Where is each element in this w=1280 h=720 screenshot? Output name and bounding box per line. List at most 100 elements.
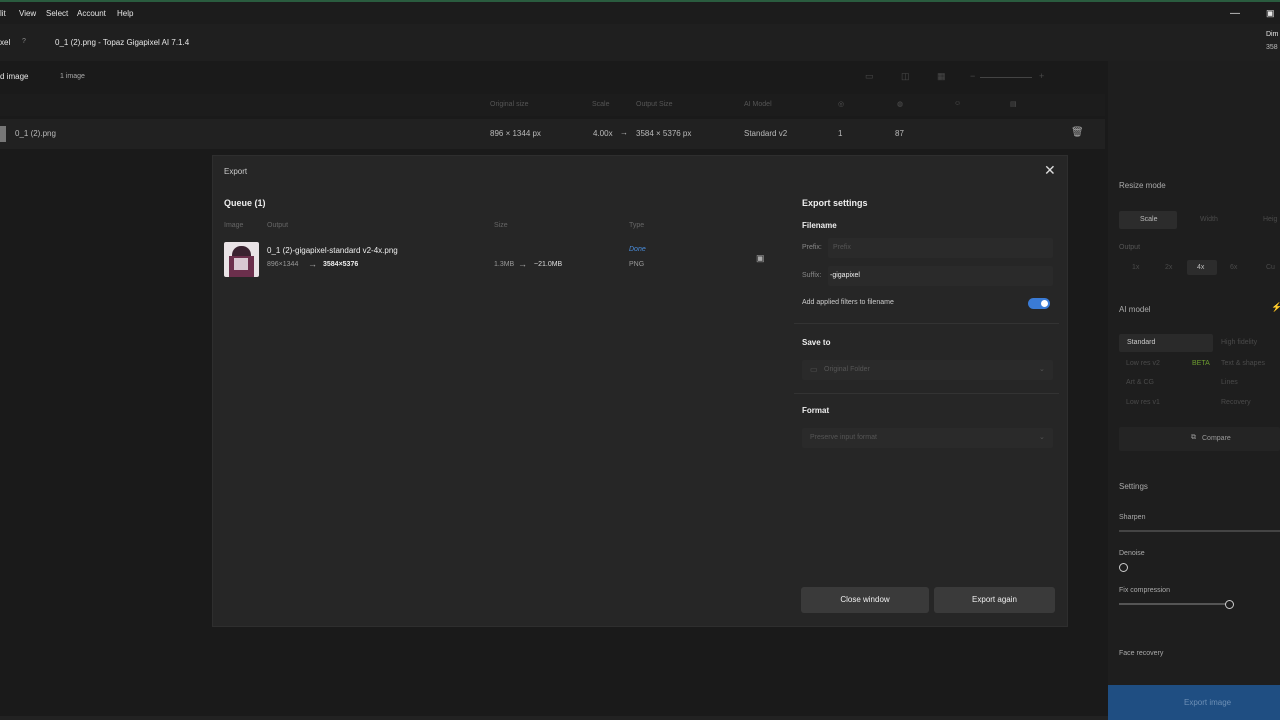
- help-badge[interactable]: ?: [22, 38, 26, 45]
- image-count: 1 image: [60, 73, 85, 80]
- denoise-slider-knob[interactable]: [1119, 563, 1128, 572]
- add-filters-toggle[interactable]: [1028, 298, 1050, 309]
- file-thumbnail: [0, 126, 6, 142]
- sharpen-slider[interactable]: [1119, 530, 1280, 532]
- model-standard-label: Standard: [1127, 339, 1156, 346]
- scale-1x[interactable]: 1x: [1132, 264, 1139, 271]
- model-art-cg[interactable]: Art & CG: [1126, 379, 1154, 386]
- title-bar: xel ? 0_1 (2).png - Topaz Gigapixel AI 7…: [0, 24, 1280, 61]
- dialog-title: Export: [224, 167, 248, 176]
- dimensions-label: Dim: [1266, 31, 1279, 38]
- scale-tab[interactable]: Scale: [1119, 211, 1177, 229]
- folder-open-icon[interactable]: ▣: [756, 253, 765, 264]
- close-window-button[interactable]: Close window: [801, 587, 929, 613]
- arrow-icon: →: [518, 259, 527, 269]
- queue-dims-from: 896×1344: [267, 261, 299, 268]
- trash-icon[interactable]: 🗑: [1071, 127, 1084, 138]
- right-panel: Resize mode Scale Width Heig Output 1x 2…: [1108, 61, 1280, 720]
- face-col-icon: ☺: [954, 100, 962, 107]
- view-grid-icon[interactable]: ▦: [937, 71, 946, 82]
- images-tab[interactable]: d image: [0, 72, 28, 81]
- col-original-size: Original size: [490, 101, 529, 108]
- scale-2x[interactable]: 2x: [1165, 264, 1172, 271]
- scale-tab-label: Scale: [1140, 216, 1158, 223]
- scale-4x-label: 4x: [1197, 264, 1205, 271]
- export-dialog: Export ✕ Queue (1) Image Output Size Typ…: [212, 155, 1068, 627]
- denoise-col-icon: ◍: [897, 101, 904, 108]
- save-to-label: Save to: [802, 338, 831, 347]
- model-text-shapes[interactable]: Text & shapes: [1221, 360, 1265, 367]
- add-filters-label: Add applied filters to filename: [802, 299, 894, 306]
- col-ai-model: AI Model: [744, 101, 772, 108]
- menu-bar: lit View Select Account Help — ▣: [0, 2, 1280, 24]
- col-size: Size: [494, 222, 508, 229]
- queue-title: Queue (1): [224, 198, 266, 208]
- export-again-button[interactable]: Export again: [934, 587, 1055, 613]
- close-icon[interactable]: ✕: [1044, 162, 1056, 179]
- height-tab[interactable]: Heig: [1263, 216, 1277, 223]
- maximize-icon[interactable]: ▣: [1266, 8, 1275, 19]
- width-tab[interactable]: Width: [1200, 216, 1218, 223]
- file-scale: 4.00x: [593, 129, 613, 138]
- suffix-input[interactable]: -gigapixel: [828, 266, 1053, 286]
- view-split-icon[interactable]: ◫: [901, 71, 910, 82]
- save-to-value: Original Folder: [824, 366, 870, 373]
- queue-thumbnail: [224, 242, 259, 277]
- model-lines[interactable]: Lines: [1221, 379, 1238, 386]
- chevron-down-icon: ⌄: [1039, 434, 1045, 441]
- menu-account[interactable]: Account: [77, 9, 106, 18]
- beta-badge: BETA: [1192, 360, 1210, 367]
- format-select[interactable]: Preserve input format ⌄: [802, 428, 1053, 448]
- table-row[interactable]: 0_1 (2).png 896 × 1344 px 4.00x → 3584 ×…: [0, 119, 1105, 149]
- model-low-res-v2[interactable]: Low res v2: [1126, 360, 1160, 367]
- format-value: Preserve input format: [810, 434, 877, 441]
- zoom-out-icon[interactable]: −: [970, 71, 975, 81]
- col-scale: Scale: [592, 101, 610, 108]
- format-label: Format: [802, 406, 830, 415]
- scale-6x[interactable]: 6x: [1230, 264, 1237, 271]
- compare-button[interactable]: ⧉ Compare: [1119, 427, 1280, 451]
- menu-select[interactable]: Select: [46, 9, 68, 18]
- zoom-slider[interactable]: [980, 77, 1032, 78]
- fix-compression-knob[interactable]: [1225, 600, 1234, 609]
- col-output-size: Output Size: [636, 101, 673, 108]
- queue-status: Done: [629, 246, 646, 253]
- divider: [794, 323, 1059, 324]
- output-label: Output: [1119, 244, 1141, 251]
- model-standard[interactable]: Standard: [1119, 334, 1213, 352]
- menu-edit[interactable]: lit: [0, 9, 6, 18]
- view-single-icon[interactable]: ▭: [865, 71, 874, 82]
- resize-mode-label: Resize mode: [1119, 181, 1166, 190]
- prefix-input[interactable]: Prefix: [828, 238, 1053, 258]
- scale-custom[interactable]: Cu: [1266, 264, 1275, 271]
- model-low-res-v1[interactable]: Low res v1: [1126, 399, 1160, 406]
- sharpen-col-icon: ◎: [838, 101, 845, 108]
- folder-icon: ▭: [810, 365, 818, 374]
- compare-label: Compare: [1202, 435, 1231, 442]
- model-high-fidelity[interactable]: High fidelity: [1221, 339, 1257, 346]
- app-name: xel: [0, 38, 11, 47]
- menu-help[interactable]: Help: [117, 9, 133, 18]
- queue-output-filename: 0_1 (2)-gigapixel-standard v2-4x.png: [267, 246, 398, 255]
- zoom-in-icon[interactable]: +: [1039, 71, 1044, 81]
- queue-dims-to: 3584×5376: [323, 261, 359, 268]
- prefix-placeholder: Prefix: [833, 244, 851, 251]
- menu-view[interactable]: View: [19, 9, 36, 18]
- chevron-down-icon: ⌄: [1039, 366, 1045, 373]
- export-image-button[interactable]: Export image: [1108, 685, 1280, 720]
- file-original-size: 896 × 1344 px: [490, 129, 541, 138]
- col-type: Type: [629, 222, 645, 229]
- filename-label: Filename: [802, 221, 837, 230]
- sharpen-label: Sharpen: [1119, 514, 1146, 521]
- scale-4x[interactable]: 4x: [1187, 260, 1217, 275]
- fix-compression-label: Fix compression: [1119, 587, 1170, 594]
- arrow-icon: →: [308, 259, 317, 269]
- fix-compression-slider[interactable]: [1119, 603, 1229, 605]
- model-recovery[interactable]: Recovery: [1221, 399, 1251, 406]
- compression-col-icon: ▤: [1010, 101, 1017, 108]
- suffix-label: Suffix:: [802, 272, 822, 279]
- minimize-icon[interactable]: —: [1230, 8, 1240, 19]
- save-to-select[interactable]: ▭ Original Folder ⌄: [802, 360, 1053, 380]
- file-output-size: 3584 × 5376 px: [636, 129, 692, 138]
- arrow-icon: →: [620, 128, 628, 137]
